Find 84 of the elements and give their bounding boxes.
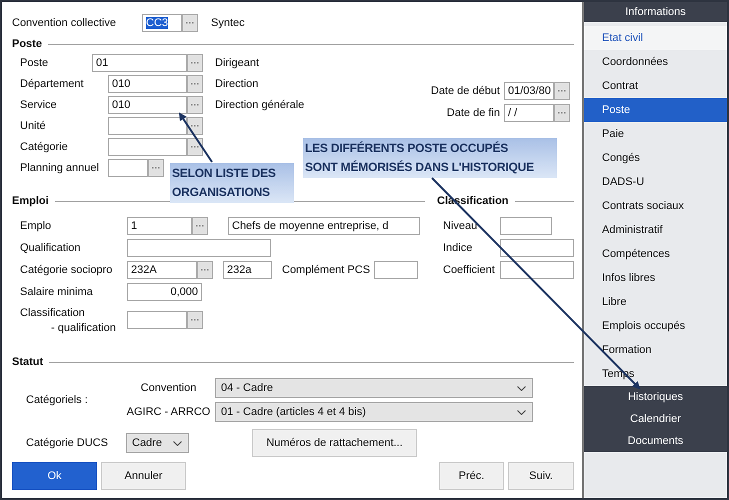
section-title: Statut bbox=[12, 356, 44, 368]
sidebar-item[interactable]: Contrat bbox=[584, 74, 727, 98]
sidebar-item[interactable]: Paie bbox=[584, 122, 727, 146]
section-title: Emploi bbox=[12, 195, 49, 207]
field-label: Date de début bbox=[430, 85, 500, 97]
input-field[interactable]: 01/03/80 bbox=[504, 82, 554, 100]
sidebar-action[interactable]: Calendrier bbox=[584, 408, 727, 430]
field-label: Poste bbox=[20, 56, 50, 68]
input-field[interactable]: 232A bbox=[127, 261, 197, 279]
field-label: Complément PCS bbox=[282, 264, 370, 276]
sidebar-item[interactable]: Formation bbox=[584, 338, 727, 362]
sidebar-item[interactable]: Etat civil bbox=[584, 26, 727, 50]
input-field[interactable] bbox=[374, 261, 418, 279]
field-label: Coefficient bbox=[443, 264, 496, 276]
sidebar-item[interactable]: DADS-U bbox=[584, 170, 727, 194]
field-label: Catégorie DUCS bbox=[26, 437, 109, 449]
field-description: Syntec bbox=[211, 17, 245, 29]
sidebar-item[interactable]: Contrats sociaux bbox=[584, 194, 727, 218]
input-field[interactable]: Chefs de moyenne entreprise, d bbox=[228, 217, 420, 235]
field-label: Convention collective bbox=[12, 17, 117, 29]
sidebar-item[interactable]: Administratif bbox=[584, 218, 727, 242]
footer-button[interactable]: Suiv. bbox=[508, 462, 574, 490]
dropdown[interactable]: Cadre bbox=[126, 433, 189, 453]
field-description: Dirigeant bbox=[215, 56, 260, 68]
field-label: Catégorie bbox=[20, 140, 69, 152]
input-field[interactable]: 010 bbox=[108, 74, 187, 92]
chevron-down-icon bbox=[517, 386, 526, 390]
field-label: - qualification bbox=[50, 322, 117, 334]
field-label: Unité bbox=[20, 120, 47, 132]
input-field[interactable]: 0,000 bbox=[127, 283, 202, 301]
field-description: Direction générale bbox=[215, 98, 304, 110]
callout: LES DIFFÉRENTS POSTE OCCUPÉS SONT MÉMORISÉS DANS L'HISTORIQUE bbox=[303, 138, 557, 178]
field-label: Indice bbox=[443, 242, 474, 254]
footer-button[interactable]: Annuler bbox=[101, 462, 186, 490]
field-label: Qualification bbox=[20, 242, 82, 254]
input-field[interactable] bbox=[127, 311, 187, 329]
input-field[interactable] bbox=[108, 158, 148, 176]
input-field[interactable]: CC3 bbox=[142, 14, 182, 32]
lookup-button[interactable] bbox=[187, 138, 203, 156]
footer-button[interactable]: Ok bbox=[12, 462, 97, 490]
sidebar-item[interactable]: Poste bbox=[584, 98, 727, 122]
input-field[interactable] bbox=[500, 261, 574, 279]
sidebar-action[interactable]: Historiques bbox=[584, 386, 727, 408]
input-field[interactable] bbox=[500, 217, 552, 235]
field-label: Salaire minima bbox=[20, 286, 94, 298]
input-field[interactable] bbox=[500, 239, 574, 257]
field-label: Convention bbox=[140, 382, 198, 394]
field-label: Catégoriels : bbox=[26, 394, 89, 406]
input-field[interactable] bbox=[108, 138, 187, 156]
sidebar-item[interactable]: Infos libres bbox=[584, 266, 727, 290]
sidebar-item[interactable]: Emplois occupés bbox=[584, 314, 727, 338]
sidebar-item[interactable]: Compétences bbox=[584, 242, 727, 266]
input-field[interactable]: / / bbox=[504, 104, 554, 122]
input-field[interactable]: 232a bbox=[223, 261, 272, 279]
field-label: Date de fin bbox=[446, 107, 500, 119]
field-description: Direction bbox=[215, 78, 258, 90]
input-field[interactable]: 01 bbox=[92, 54, 187, 72]
field-label: Emplo bbox=[20, 220, 52, 232]
rattachement-button[interactable]: Numéros de rattachement... bbox=[252, 429, 417, 457]
field-label: Service bbox=[20, 98, 58, 110]
arrow bbox=[178, 112, 213, 163]
input-field[interactable] bbox=[127, 239, 271, 257]
sidebar-action[interactable]: Documents bbox=[584, 430, 727, 452]
section-title: Poste bbox=[12, 38, 42, 50]
callout: SELON LISTE DES ORGANISATIONS bbox=[170, 163, 294, 203]
sidebar-title: Informations bbox=[584, 2, 727, 22]
dropdown[interactable]: 04 - Cadre bbox=[215, 378, 533, 398]
input-field[interactable]: 010 bbox=[108, 96, 187, 114]
chevron-down-icon bbox=[173, 440, 182, 446]
field-label: AGIRC - ARRCO bbox=[126, 406, 212, 418]
lookup-button[interactable] bbox=[187, 116, 203, 134]
field-label: Niveau bbox=[443, 220, 478, 232]
input-field[interactable] bbox=[108, 116, 187, 134]
sidebar-item[interactable]: Congés bbox=[584, 146, 727, 170]
sidebar-item[interactable]: Libre bbox=[584, 290, 727, 314]
dropdown[interactable]: 01 - Cadre (articles 4 et 4 bis) bbox=[215, 402, 533, 422]
field-label: Catégorie sociopro bbox=[20, 264, 114, 276]
input-field[interactable]: 1 bbox=[127, 217, 192, 235]
sidebar-item[interactable]: Coordonnées bbox=[584, 50, 727, 74]
chevron-down-icon bbox=[517, 410, 526, 414]
field-label: Classification bbox=[20, 306, 86, 318]
footer-button[interactable]: Préc. bbox=[439, 462, 504, 490]
field-label: Planning annuel bbox=[20, 162, 100, 174]
field-label: Département bbox=[20, 78, 85, 90]
